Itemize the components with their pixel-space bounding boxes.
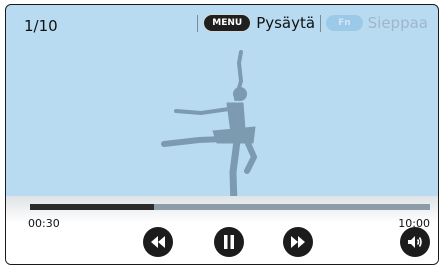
playback-controls: 00:30 10:00 [6, 196, 438, 264]
fn-key[interactable]: Fn [326, 15, 363, 31]
divider [197, 14, 199, 32]
stop-button[interactable]: Pysäytä [256, 14, 315, 32]
fast-forward-button[interactable] [283, 227, 313, 257]
progress-fill [30, 204, 154, 210]
video-player-screen: 1/10 MENU Pysäytä Fn Sieppaa 00:30 10:00 [5, 4, 439, 265]
fast-forward-icon [291, 236, 305, 248]
volume-button[interactable] [400, 227, 430, 257]
menu-key[interactable]: MENU [203, 14, 252, 32]
pause-icon [224, 235, 234, 249]
rewind-button[interactable] [143, 227, 173, 257]
top-bar: MENU Pysäytä Fn Sieppaa [197, 14, 428, 32]
rewind-icon [151, 236, 165, 248]
capture-button[interactable]: Sieppaa [368, 14, 428, 32]
video-counter: 1/10 [24, 17, 58, 35]
volume-icon [408, 236, 422, 248]
pause-button[interactable] [214, 227, 244, 257]
divider [320, 14, 322, 32]
ballerina-silhouette [161, 50, 257, 207]
current-time: 00:30 [28, 217, 60, 230]
progress-bar[interactable] [30, 204, 430, 210]
